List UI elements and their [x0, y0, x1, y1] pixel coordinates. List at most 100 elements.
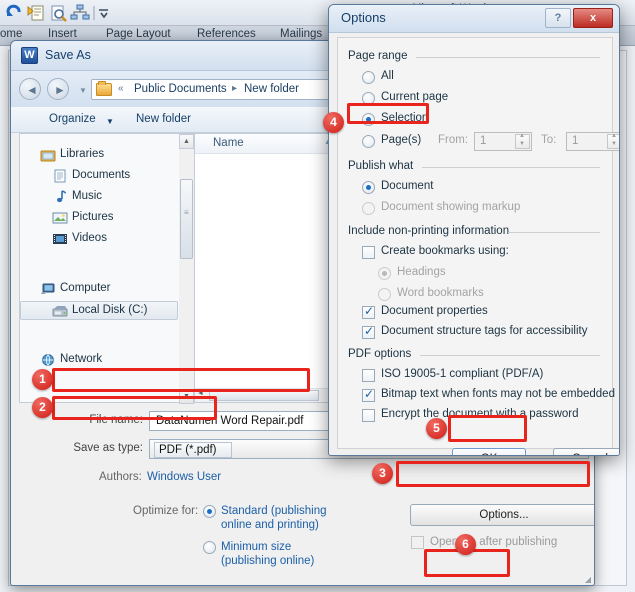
create-bookmarks-label[interactable]: Create bookmarks using: — [381, 245, 509, 257]
tree-label: Libraries — [60, 148, 105, 160]
page-range-current-page-label[interactable]: Current page — [381, 91, 448, 103]
hard-drive-icon — [52, 304, 68, 318]
selection-radio[interactable] — [362, 113, 375, 126]
tree-item-libraries[interactable]: Libraries — [20, 146, 178, 165]
page-range-pages-label[interactable]: Page(s) — [381, 134, 421, 146]
optimize-standard-label-line1[interactable]: Standard (publishing — [221, 504, 327, 518]
optimize-standard-label-line2[interactable]: online and printing) — [221, 518, 319, 532]
scrollbar-thumb[interactable] — [180, 179, 193, 259]
tree-item-videos[interactable]: Videos — [20, 230, 178, 249]
scroll-down-button[interactable]: ▼ — [179, 389, 194, 404]
file-list-pane[interactable]: Name ▲ ◄ — [194, 133, 337, 403]
scroll-left-button[interactable]: ◄ — [197, 390, 204, 397]
page-range-all-radio[interactable] — [362, 71, 375, 84]
scroll-up-button[interactable]: ▲ — [179, 134, 194, 149]
save-as-type-label: Save as type: — [73, 442, 143, 454]
create-bookmarks-checkbox[interactable] — [362, 246, 375, 259]
tree-label: Local Disk (C:) — [72, 304, 148, 316]
breadcrumb-new-folder[interactable]: New folder — [244, 83, 299, 95]
new-folder-button[interactable]: New folder — [136, 113, 191, 125]
recent-locations-icon[interactable]: ▼ — [79, 86, 87, 95]
bitmap-text-checkbox[interactable] — [362, 387, 375, 402]
options-title-bar[interactable]: Options ? x — [329, 5, 619, 33]
annotation-badge-3: 3 — [372, 463, 393, 484]
tree-item-pictures[interactable]: Pictures — [20, 209, 178, 228]
to-spinner-buttons[interactable] — [607, 133, 619, 149]
page-range-pages-radio[interactable] — [362, 135, 375, 148]
iso-compliant-label[interactable]: ISO 19005-1 compliant (PDF/A) — [381, 368, 543, 380]
from-spinner-buttons[interactable] — [515, 133, 530, 149]
customize-qat-icon[interactable] — [90, 3, 110, 23]
publish-document-label[interactable]: Document — [381, 180, 433, 192]
organization-chart-icon[interactable] — [70, 3, 90, 23]
tree-label: Network — [60, 353, 103, 365]
to-label: To: — [541, 134, 557, 146]
file-list-horizontal-scrollbar[interactable]: ◄ — [195, 388, 336, 402]
publish-document-showing-markup-label: Document showing markup — [381, 201, 521, 213]
tree-vertical-scrollbar[interactable]: ▲ ▼ — [179, 133, 194, 404]
options-ok-button[interactable]: OK — [452, 448, 526, 455]
tree-item-documents[interactable]: Documents — [20, 167, 178, 186]
iso-compliant-checkbox[interactable] — [362, 369, 375, 382]
tree-item-computer[interactable]: Computer — [20, 280, 178, 299]
print-preview-icon[interactable] — [48, 3, 68, 23]
document-structure-tags-checkbox[interactable] — [362, 324, 375, 339]
options-button[interactable]: Options... — [410, 504, 594, 526]
undo-icon[interactable] — [4, 3, 24, 23]
ribbon-tab-references[interactable]: References — [197, 28, 256, 40]
breadcrumb-separator[interactable]: ▸ — [232, 83, 237, 94]
encrypt-document-label[interactable]: Encrypt the document with a password — [381, 408, 579, 420]
save-as-type-value: PDF (*.pdf) — [154, 442, 232, 458]
page-range-current-page-radio[interactable] — [362, 92, 375, 105]
tree-label: Computer — [60, 282, 111, 294]
optimize-minimum-label-line2[interactable]: (publishing online) — [221, 554, 314, 568]
breadcrumb-public-documents[interactable]: Public Documents — [134, 83, 227, 95]
authors-value[interactable]: Windows User — [147, 471, 221, 483]
bitmap-text-label[interactable]: Bitmap text when fonts may not be embedd… — [381, 388, 615, 400]
tree-item-network[interactable]: Network — [20, 351, 178, 370]
to-page-spinner[interactable]: 1 — [566, 132, 619, 151]
address-chevrons[interactable]: « — [118, 83, 124, 94]
document-properties-label[interactable]: Document properties — [381, 305, 488, 317]
computer-icon — [40, 282, 56, 296]
organize-button[interactable]: Organize — [49, 113, 96, 125]
annotation-badge-4: 4 — [323, 112, 344, 133]
open-file-after-publishing-checkbox[interactable] — [411, 536, 424, 549]
to-page-value: 1 — [572, 135, 579, 147]
publish-document-radio[interactable] — [362, 181, 375, 194]
authors-label: Authors: — [99, 471, 142, 483]
help-icon[interactable]: ? — [545, 8, 571, 28]
tree-item-local-disk-c[interactable]: Local Disk (C:) — [20, 301, 178, 320]
publish-what-group-label: Publish what — [348, 160, 418, 172]
close-icon[interactable]: x — [573, 8, 613, 28]
ribbon-tab-home[interactable]: ome — [0, 28, 22, 40]
page-range-all-label[interactable]: All — [381, 70, 394, 82]
encrypt-document-checkbox[interactable] — [362, 409, 375, 422]
from-page-spinner[interactable]: 1 — [474, 132, 532, 151]
ribbon-tab-mailings[interactable]: Mailings — [280, 28, 322, 40]
hscrollbar-thumb[interactable] — [209, 390, 319, 401]
column-header-name[interactable]: Name — [213, 137, 244, 149]
selection-label[interactable]: Selection — [381, 112, 428, 124]
optimize-minimum-radio[interactable] — [203, 541, 216, 554]
publish-document-showing-markup-radio — [362, 202, 375, 215]
optimize-standard-radio[interactable] — [203, 505, 216, 518]
navigation-tree-pane[interactable]: Libraries Documents Music Pictures Video… — [19, 133, 179, 403]
options-cancel-button[interactable]: Cancel — [553, 448, 619, 455]
resize-grip[interactable]: ◢ — [585, 575, 591, 584]
annotation-badge-5: 5 — [426, 418, 447, 439]
document-structure-tags-label[interactable]: Document structure tags for accessibilit… — [381, 325, 587, 337]
tree-item-music[interactable]: Music — [20, 188, 178, 207]
file-name-value: DataNumen Word Repair.pdf — [156, 415, 304, 427]
ribbon-tab-page-layout[interactable]: Page Layout — [106, 28, 171, 40]
document-properties-checkbox[interactable] — [362, 304, 375, 319]
file-list-header: Name ▲ — [195, 134, 336, 154]
page-range-group-label: Page range — [348, 50, 412, 62]
ribbon-tab-insert[interactable]: Insert — [48, 28, 77, 40]
optimize-minimum-label-line1[interactable]: Minimum size — [221, 540, 291, 554]
save-as-dialog-title: Save As — [45, 48, 91, 62]
options-body: Page range All Current page Selection Pa… — [337, 37, 619, 455]
quick-print-icon[interactable] — [26, 3, 46, 23]
include-nonprinting-group-label: Include non-printing information — [348, 225, 514, 237]
chevron-down-icon[interactable]: ▼ — [106, 117, 114, 126]
